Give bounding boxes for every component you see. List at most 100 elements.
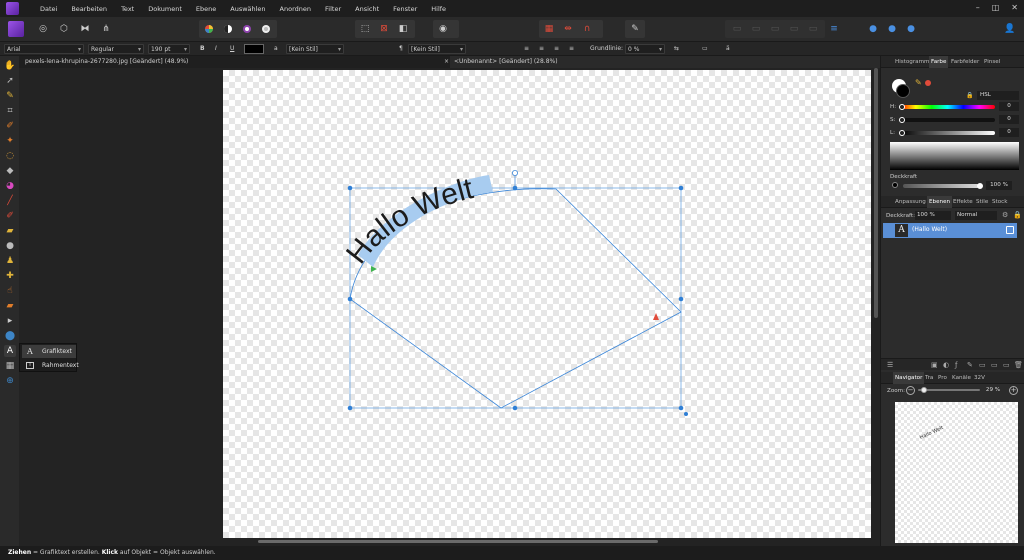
rotation-handle[interactable] bbox=[511, 170, 518, 177]
color-opacity-slider[interactable] bbox=[903, 184, 979, 188]
add-layer-icon[interactable]: ▭ bbox=[991, 361, 998, 369]
red-eye-tool-icon[interactable]: ▰ bbox=[4, 300, 16, 312]
invert-selection-icon[interactable]: ◧ bbox=[396, 22, 410, 36]
align-left-icon[interactable]: ≡ bbox=[522, 44, 529, 54]
auto-colors-icon[interactable] bbox=[240, 22, 254, 36]
tab-untitled-document[interactable]: <Unbenannt> [Geändert] (28.8%) bbox=[450, 56, 880, 68]
color-opacity-value[interactable]: 100 % bbox=[986, 181, 1012, 190]
liquify-persona-icon[interactable]: ◎ bbox=[36, 22, 50, 36]
selection-brush-icon[interactable]: ✐ bbox=[4, 120, 16, 132]
ligatures-icon[interactable]: ä bbox=[724, 44, 730, 54]
menu-hilfe[interactable]: Hilfe bbox=[424, 5, 453, 13]
primary-color-swatch[interactable] bbox=[896, 84, 910, 98]
zoom-knob[interactable] bbox=[921, 387, 927, 393]
snapping-grid-icon[interactable]: ▦ bbox=[542, 22, 556, 36]
layer-opacity-field[interactable]: 100 % bbox=[915, 211, 951, 220]
gradient-tool-icon[interactable]: ◕ bbox=[4, 180, 16, 192]
menu-bearbeiten[interactable]: Bearbeiten bbox=[64, 5, 114, 13]
path-end-marker-icon[interactable] bbox=[653, 313, 659, 320]
tab-channels[interactable]: Kanäle bbox=[950, 372, 973, 384]
bold-button[interactable]: B bbox=[198, 44, 205, 54]
text-on-path-icon[interactable]: ⇆ bbox=[672, 44, 679, 54]
zoom-value[interactable]: 29 % bbox=[982, 386, 1004, 395]
menu-datei[interactable]: Datei bbox=[33, 5, 64, 13]
auto-white-balance-icon[interactable] bbox=[259, 22, 273, 36]
mesh-warp-icon[interactable]: ▦ bbox=[4, 360, 16, 372]
tab-histogram[interactable]: Histogramm bbox=[893, 56, 931, 68]
lightness-knob[interactable] bbox=[899, 130, 905, 136]
saturation-slider[interactable] bbox=[900, 118, 995, 122]
pen-tool-icon[interactable]: ▸ bbox=[4, 315, 16, 327]
saturation-knob[interactable] bbox=[899, 117, 905, 123]
menu-ansicht[interactable]: Ansicht bbox=[348, 5, 386, 13]
flyout-item-frame-text[interactable]: T Rahmentext bbox=[22, 359, 79, 372]
align-center-icon[interactable]: ≡ bbox=[537, 44, 544, 54]
lasso-tool-icon[interactable]: ◌ bbox=[4, 150, 16, 162]
minimize-button[interactable]: – bbox=[976, 3, 980, 12]
document-canvas[interactable]: Hallo Welt bbox=[223, 70, 871, 538]
close-tab-icon[interactable]: × bbox=[440, 56, 450, 68]
eyedropper-icon[interactable]: ✎ bbox=[915, 78, 922, 87]
tab-history[interactable]: Pro bbox=[936, 372, 949, 384]
menu-anordnen[interactable]: Anordnen bbox=[273, 5, 318, 13]
duplicate-layer-icon[interactable]: ▭ bbox=[1003, 361, 1010, 369]
select-all-icon[interactable]: ⬚ bbox=[358, 22, 372, 36]
font-style-dropdown[interactable]: Regular bbox=[88, 44, 144, 55]
menu-auswaehlen[interactable]: Auswählen bbox=[223, 5, 272, 13]
text-color-swatch[interactable] bbox=[244, 44, 264, 54]
restore-button[interactable]: ◫ bbox=[992, 3, 1000, 12]
add-pixel-layer-icon[interactable]: ✎ bbox=[967, 361, 973, 369]
character-style-dropdown[interactable]: [Kein Stil] bbox=[286, 44, 344, 55]
tab-photo-document[interactable]: pexels-lena-khrupina-2677280.jpg [Geände… bbox=[21, 56, 445, 68]
tab-swatches[interactable]: Farbfelder bbox=[949, 56, 981, 68]
add-mask-icon[interactable]: ▣ bbox=[931, 361, 938, 369]
dodge-tool-icon[interactable]: ● bbox=[4, 240, 16, 252]
move-tool-icon[interactable]: ➚ bbox=[4, 75, 16, 87]
flood-select-icon[interactable]: ✦ bbox=[4, 135, 16, 147]
photo-persona-icon[interactable] bbox=[8, 21, 24, 37]
font-size-field[interactable]: 190 pt bbox=[148, 44, 190, 55]
tab-adjustments[interactable]: Anpassung bbox=[893, 196, 928, 208]
hue-knob[interactable] bbox=[899, 104, 905, 110]
layer-row[interactable]: A (Hallo Welt) bbox=[883, 223, 1017, 238]
paragraph-icon[interactable]: ¶ bbox=[397, 44, 403, 54]
erase-tool-icon[interactable]: ▰ bbox=[4, 225, 16, 237]
color-replace-icon[interactable]: ✐ bbox=[4, 210, 16, 222]
lock-icon[interactable]: 🔒 bbox=[966, 92, 974, 100]
underline-button[interactable]: U bbox=[228, 44, 234, 54]
artistic-text-tool-icon[interactable]: A bbox=[4, 345, 16, 357]
deselect-icon[interactable]: ⊠ bbox=[377, 22, 391, 36]
menu-filter[interactable]: Filter bbox=[318, 5, 348, 13]
assistant-icon[interactable]: ● bbox=[866, 22, 880, 36]
no-color-icon[interactable] bbox=[925, 80, 931, 86]
help-icon[interactable]: ● bbox=[904, 22, 918, 36]
saturation-value[interactable]: 0 bbox=[999, 115, 1019, 124]
add-adjustment-icon[interactable]: ◐ bbox=[943, 361, 949, 369]
export-persona-icon[interactable]: ⋔ bbox=[99, 22, 113, 36]
blemish-tool-icon[interactable]: ✚ bbox=[4, 270, 16, 282]
layer-visibility-checkbox[interactable] bbox=[1006, 226, 1014, 234]
paragraph-style-dropdown[interactable]: [Kein Stil] bbox=[408, 44, 466, 55]
tab-32v[interactable]: 32V bbox=[972, 372, 987, 384]
hue-slider[interactable] bbox=[900, 105, 995, 109]
crop-tool-icon[interactable]: ⌗ bbox=[4, 105, 16, 117]
tab-transform[interactable]: Tra bbox=[923, 372, 935, 384]
character-icon[interactable]: a bbox=[272, 44, 280, 54]
menu-ebene[interactable]: Ebene bbox=[189, 5, 223, 13]
magnet-icon[interactable]: ∩ bbox=[580, 22, 594, 36]
italic-button[interactable]: I bbox=[213, 44, 217, 54]
tab-styles[interactable]: Stile bbox=[974, 196, 990, 208]
tone-mapping-persona-icon[interactable]: ⧓ bbox=[78, 22, 92, 36]
menu-dokument[interactable]: Dokument bbox=[141, 5, 189, 13]
tab-color[interactable]: Farbe bbox=[929, 56, 949, 68]
canvas-area[interactable]: Hallo Welt bbox=[19, 68, 880, 546]
tab-layers[interactable]: Ebenen bbox=[927, 196, 953, 208]
account-icon[interactable]: 👤 bbox=[1003, 22, 1017, 36]
text-frame-icon[interactable]: ▭ bbox=[700, 44, 708, 54]
snapping-icon[interactable]: ⇹ bbox=[561, 22, 575, 36]
baseline-field[interactable]: 0 % bbox=[625, 44, 665, 55]
lightness-gradient-box[interactable] bbox=[890, 142, 1019, 170]
align-icon[interactable]: ≡ bbox=[827, 22, 841, 36]
tab-brushes[interactable]: Pinsel bbox=[982, 56, 1002, 68]
navigator-preview[interactable]: Hallo Welt bbox=[895, 402, 1018, 543]
